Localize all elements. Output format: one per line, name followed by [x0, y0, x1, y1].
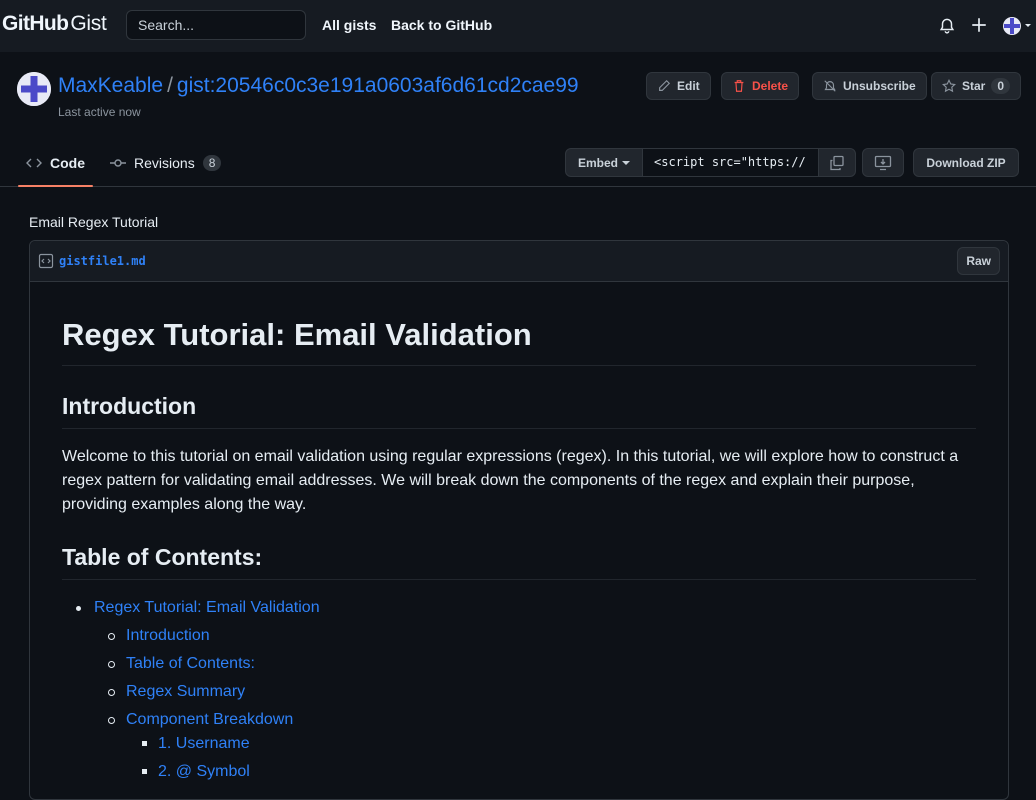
- trash-icon: [734, 80, 744, 92]
- copy-button[interactable]: [819, 149, 855, 176]
- tab-code-label: Code: [50, 155, 85, 171]
- unsubscribe-label: Unsubscribe: [843, 79, 916, 93]
- search-input[interactable]: Search...: [126, 10, 306, 40]
- markdown-h1: Regex Tutorial: Email Validation: [62, 283, 976, 366]
- copy-icon: [830, 155, 844, 170]
- pencil-icon: [659, 79, 671, 91]
- desktop-download-icon: [874, 155, 892, 170]
- top-header: GitHub Gist Search... All gists Back to …: [0, 0, 1036, 52]
- file-box: gistfile1.md Raw Regex Tutorial: Email V…: [29, 240, 1009, 800]
- markdown-h2-introduction: Introduction: [62, 392, 976, 429]
- embed-select[interactable]: Embed: [566, 149, 644, 176]
- bell-slash-icon: [824, 80, 836, 92]
- delete-label: Delete: [752, 79, 789, 93]
- tab-revisions[interactable]: Revisions 8: [110, 140, 222, 186]
- toc-item[interactable]: 1. Username: [62, 732, 976, 756]
- tab-code[interactable]: Code: [18, 140, 93, 187]
- star-count: 0: [991, 78, 1011, 94]
- toc-item[interactable]: Introduction: [62, 624, 976, 648]
- toc-list: Regex Tutorial: Email Validation Introdu…: [62, 596, 976, 784]
- toc-item[interactable]: Table of Contents:: [62, 652, 976, 676]
- title-separator: /: [167, 74, 173, 97]
- file-code-icon: [38, 253, 54, 269]
- embed-label: Embed: [578, 155, 619, 170]
- markdown-h2-toc: Table of Contents:: [62, 543, 976, 580]
- github-gist-logo[interactable]: GitHub Gist: [2, 12, 107, 36]
- owner-link[interactable]: MaxKeable: [58, 74, 163, 97]
- unsubscribe-button[interactable]: Unsubscribe: [812, 72, 927, 100]
- edit-label: Edit: [677, 79, 700, 93]
- star-button[interactable]: Star 0: [931, 72, 1022, 100]
- markdown-body: Regex Tutorial: Email Validation Introdu…: [62, 283, 976, 784]
- gist-id-link[interactable]: gist:20546c0c3e191a0603af6d61cd2cae99: [177, 74, 579, 97]
- file-name-link[interactable]: gistfile1.md: [59, 254, 146, 268]
- revisions-count: 8: [202, 155, 222, 171]
- download-zip-button[interactable]: Download ZIP: [913, 148, 1019, 177]
- star-label: Star: [962, 79, 986, 93]
- toc-item[interactable]: Regex Summary: [62, 680, 976, 704]
- embed-code-input[interactable]: <script src="https://: [643, 149, 820, 176]
- open-desktop-button[interactable]: [862, 148, 904, 177]
- bell-icon[interactable]: [938, 16, 956, 34]
- embed-group: Embed <script src="https://: [565, 148, 857, 177]
- caret-down-icon: [622, 160, 631, 165]
- raw-button[interactable]: Raw: [957, 247, 1000, 275]
- delete-button[interactable]: Delete: [721, 72, 800, 100]
- gist-description: Email Regex Tutorial: [29, 214, 159, 230]
- toc-item[interactable]: Regex Tutorial: Email Validation: [62, 596, 976, 620]
- star-icon: [942, 79, 956, 93]
- logo-gist-text: Gist: [70, 12, 107, 35]
- plus-icon[interactable]: [970, 16, 988, 34]
- file-header: gistfile1.md Raw: [30, 241, 1008, 282]
- gist-title: MaxKeable / gist:20546c0c3e191a0603af6d61c…: [58, 74, 579, 98]
- commit-icon: [110, 159, 126, 167]
- code-icon: [26, 158, 42, 168]
- owner-avatar[interactable]: [17, 72, 51, 106]
- nav-all-gists[interactable]: All gists: [322, 17, 376, 33]
- logo-github-text: GitHub: [2, 12, 69, 35]
- nav-back-to-github[interactable]: Back to GitHub: [391, 17, 492, 33]
- intro-paragraph: Welcome to this tutorial on email valida…: [62, 448, 959, 513]
- tab-revisions-label: Revisions: [134, 155, 195, 171]
- edit-button[interactable]: Edit: [646, 72, 711, 100]
- last-active-text: Last active now: [58, 105, 141, 119]
- toc-item[interactable]: Component Breakdown: [62, 708, 976, 732]
- toc-item[interactable]: 2. @ Symbol: [62, 760, 976, 784]
- user-avatar-menu[interactable]: [1002, 16, 1032, 35]
